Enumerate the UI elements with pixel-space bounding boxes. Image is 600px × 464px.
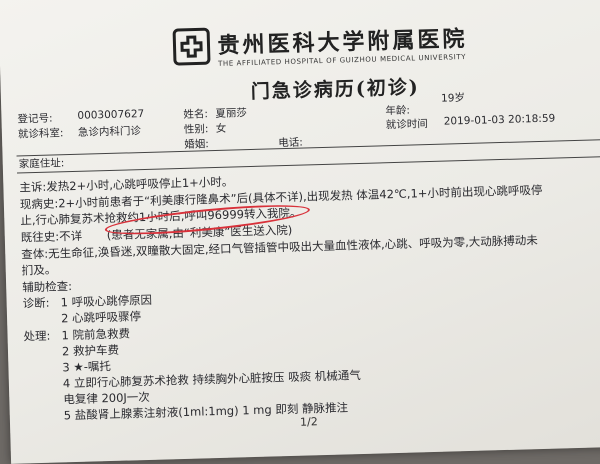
dept-value: 急诊内科门诊 (77, 125, 142, 139)
treatment-label: 处理: (23, 328, 51, 344)
treatment-item: 3 ★-嘱托 (62, 358, 112, 375)
document-title: 门急诊病历(初诊) (250, 76, 421, 103)
treatment-item: 2 救护车费 (61, 342, 120, 359)
medical-record-paper: 贵州医科大学附属医院 THE AFFILIATED HOSPITAL OF GU… (0, 0, 600, 464)
visit-time-value: 2019-01-03 20:18:59 (443, 112, 556, 128)
diagnosis-label: 诊断: (22, 295, 50, 311)
treatment-item: 1 院前急救费 (61, 326, 131, 343)
diagnosis-item: 2 心跳呼吸骤停 (60, 309, 142, 326)
exam-line-2: 扪及。 (21, 262, 57, 278)
sex-label: 性别: (183, 123, 209, 136)
record-content: 贵州医科大学附属医院 THE AFFILIATED HOSPITAL OF GU… (12, 0, 600, 463)
visit-time-label: 就诊时间 (385, 118, 428, 132)
aux-exam-label: 辅助检查: (22, 279, 73, 295)
divider-top (16, 139, 600, 157)
divider-bottom (16, 156, 600, 174)
page-indicator: 1/2 (299, 415, 318, 429)
sex-value: 女 (215, 122, 227, 135)
past-history-label: 既往史:不详 (20, 228, 83, 245)
name-label: 姓名: (183, 108, 209, 121)
reg-no-label: 登记号: (17, 112, 53, 126)
dept-label: 就诊科室: (17, 127, 64, 141)
reg-no-value: 0003007627 (77, 107, 145, 122)
age-value: 19岁 (440, 92, 466, 105)
hospital-cross-logo-icon (172, 27, 211, 66)
name-value: 夏丽莎 (215, 107, 248, 120)
address-label: 家庭住址: (18, 157, 65, 171)
